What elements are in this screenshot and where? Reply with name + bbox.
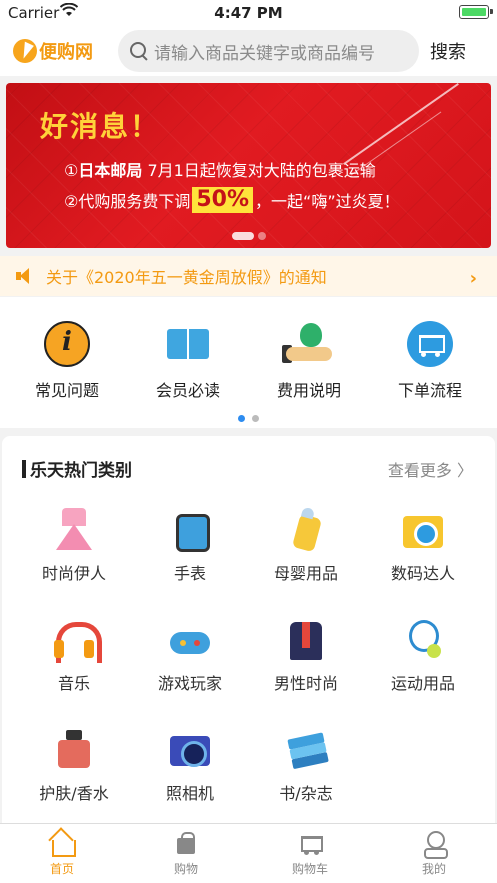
- tab-cart[interactable]: 购物车: [248, 830, 372, 877]
- category-label: 时尚伊人: [41, 564, 106, 583]
- status-bar: Carrier 4:47 PM: [0, 0, 497, 26]
- banner-line-2: ②代购服务费下调 50% ，一起“嗨”过炎夏！: [64, 187, 400, 213]
- category-label: 手表: [173, 564, 206, 583]
- tab-label: 购物: [173, 862, 198, 876]
- user-icon: [421, 830, 448, 859]
- pager-dot[interactable]: [252, 415, 259, 422]
- category-baby[interactable]: 母婴用品: [251, 508, 361, 584]
- search-placeholder: 请输入商品关键字或商品编号: [154, 43, 375, 64]
- chevron-right-icon: ›: [469, 268, 477, 289]
- logo-icon: [13, 39, 37, 63]
- category-music[interactable]: 音乐: [19, 618, 129, 694]
- shopping-cart-icon: [407, 321, 453, 367]
- shopping-bag-icon: [173, 830, 199, 856]
- category-fashion[interactable]: 时尚伊人: [19, 508, 129, 584]
- tab-shopping[interactable]: 购物: [124, 830, 248, 877]
- tab-bar: 首页 购物 购物车 我的: [0, 823, 497, 883]
- shortcut-faq[interactable]: 常见问题: [17, 321, 117, 401]
- tab-home[interactable]: 首页: [0, 830, 124, 877]
- banner-line-1: ①日本邮局 7月1日起恢复对大陆的包裹运输: [64, 157, 376, 181]
- photo-camera-icon: [168, 728, 212, 772]
- category-books[interactable]: 书/杂志: [251, 728, 361, 804]
- category-label: 书/杂志: [279, 784, 333, 803]
- tab-profile[interactable]: 我的: [372, 830, 496, 877]
- promo-banner[interactable]: 好消息！ ①日本邮局 7月1日起恢复对大陆的包裹运输 ②代购服务费下调 50% …: [6, 83, 491, 248]
- search-button[interactable]: 搜索: [430, 38, 466, 64]
- notice-text: 关于《2020年五一黄金周放假》的通知: [46, 268, 327, 287]
- banner-line-2-prefix: ②代购服务费下调: [64, 192, 191, 211]
- view-more-link[interactable]: 查看更多 〉: [388, 457, 473, 481]
- section-title: 乐天热门类别: [22, 456, 132, 481]
- app-logo[interactable]: 便购网: [13, 37, 93, 65]
- money-bag-icon: [282, 321, 332, 367]
- tab-label: 我的: [421, 862, 446, 876]
- tennis-icon: [401, 618, 445, 662]
- shortcut-order-process[interactable]: 下单流程: [380, 321, 480, 401]
- books-icon: [284, 728, 328, 772]
- tab-label: 首页: [49, 862, 74, 876]
- tab-label: 购物车: [291, 862, 328, 876]
- headphones-icon: [52, 618, 102, 663]
- question-info-icon: [44, 321, 90, 367]
- baby-bottle-icon: [284, 508, 328, 552]
- category-label: 数码达人: [390, 564, 455, 583]
- banner-headline: 好消息！: [40, 110, 161, 143]
- book-icon: [165, 321, 211, 367]
- cart-icon: [297, 830, 323, 856]
- search-input[interactable]: 请输入商品关键字或商品编号: [118, 30, 419, 72]
- category-skincare[interactable]: 护肤/香水: [19, 728, 129, 804]
- suit-icon: [284, 618, 328, 662]
- category-sports[interactable]: 运动用品: [368, 618, 478, 694]
- banner-pager-dot-active[interactable]: [231, 232, 254, 240]
- category-label: 照相机: [165, 784, 214, 803]
- category-mens-fashion[interactable]: 男性时尚: [251, 618, 361, 694]
- shortcut-member-guide[interactable]: 会员必读: [138, 321, 238, 401]
- banner-line-1-bold: 日本邮局: [78, 161, 143, 180]
- shortcut-panel: 常见问题 会员必读 费用说明 下单流程: [0, 297, 497, 428]
- banner-line-2-suffix: ，一起“嗨”过炎夏！: [255, 192, 400, 211]
- search-icon: [130, 42, 148, 60]
- camera-icon: [401, 508, 445, 552]
- category-cameras[interactable]: 照相机: [135, 728, 245, 804]
- top-bar: 便购网 请输入商品关键字或商品编号 搜索: [0, 26, 497, 76]
- banner-line-1-prefix: ①: [64, 161, 79, 180]
- logo-text: 便购网: [39, 42, 93, 63]
- category-label: 运动用品: [390, 674, 455, 693]
- perfume-icon: [52, 728, 96, 772]
- banner-pager: [6, 232, 491, 240]
- shortcut-pager: [0, 415, 497, 422]
- category-label: 男性时尚: [273, 674, 338, 693]
- category-label: 游戏玩家: [157, 674, 222, 693]
- category-gaming[interactable]: 游戏玩家: [135, 618, 245, 694]
- dress-icon: [52, 508, 96, 552]
- category-watches[interactable]: 手表: [135, 508, 245, 584]
- shortcut-label: 会员必读: [155, 381, 220, 400]
- discount-badge: 50%: [192, 187, 254, 213]
- banner-line-1-rest: 7月1日起恢复对大陆的包裹运输: [142, 161, 376, 180]
- category-label: 母婴用品: [273, 564, 338, 583]
- speaker-icon: [16, 267, 36, 285]
- watch-icon: [168, 508, 212, 552]
- shortcut-label: 下单流程: [397, 381, 462, 400]
- battery-icon: [459, 5, 493, 19]
- category-digital[interactable]: 数码达人: [368, 508, 478, 584]
- clock: 4:47 PM: [214, 4, 283, 22]
- gamepad-icon: [168, 618, 212, 662]
- shortcut-label: 常见问题: [34, 381, 99, 400]
- shortcut-label: 费用说明: [276, 381, 341, 400]
- home-icon: [49, 830, 76, 857]
- category-label: 音乐: [57, 674, 90, 693]
- notice-bar[interactable]: 关于《2020年五一黄金周放假》的通知 ›: [0, 256, 497, 296]
- shortcut-fees[interactable]: 费用说明: [259, 321, 359, 401]
- pager-dot-active[interactable]: [238, 415, 245, 422]
- banner-pager-dot[interactable]: [257, 232, 266, 240]
- category-label: 护肤/香水: [39, 784, 109, 803]
- hot-categories-section: 乐天热门类别 查看更多 〉 时尚伊人 手表 母婴用品 数码达人 音乐 游戏玩家 …: [2, 436, 495, 828]
